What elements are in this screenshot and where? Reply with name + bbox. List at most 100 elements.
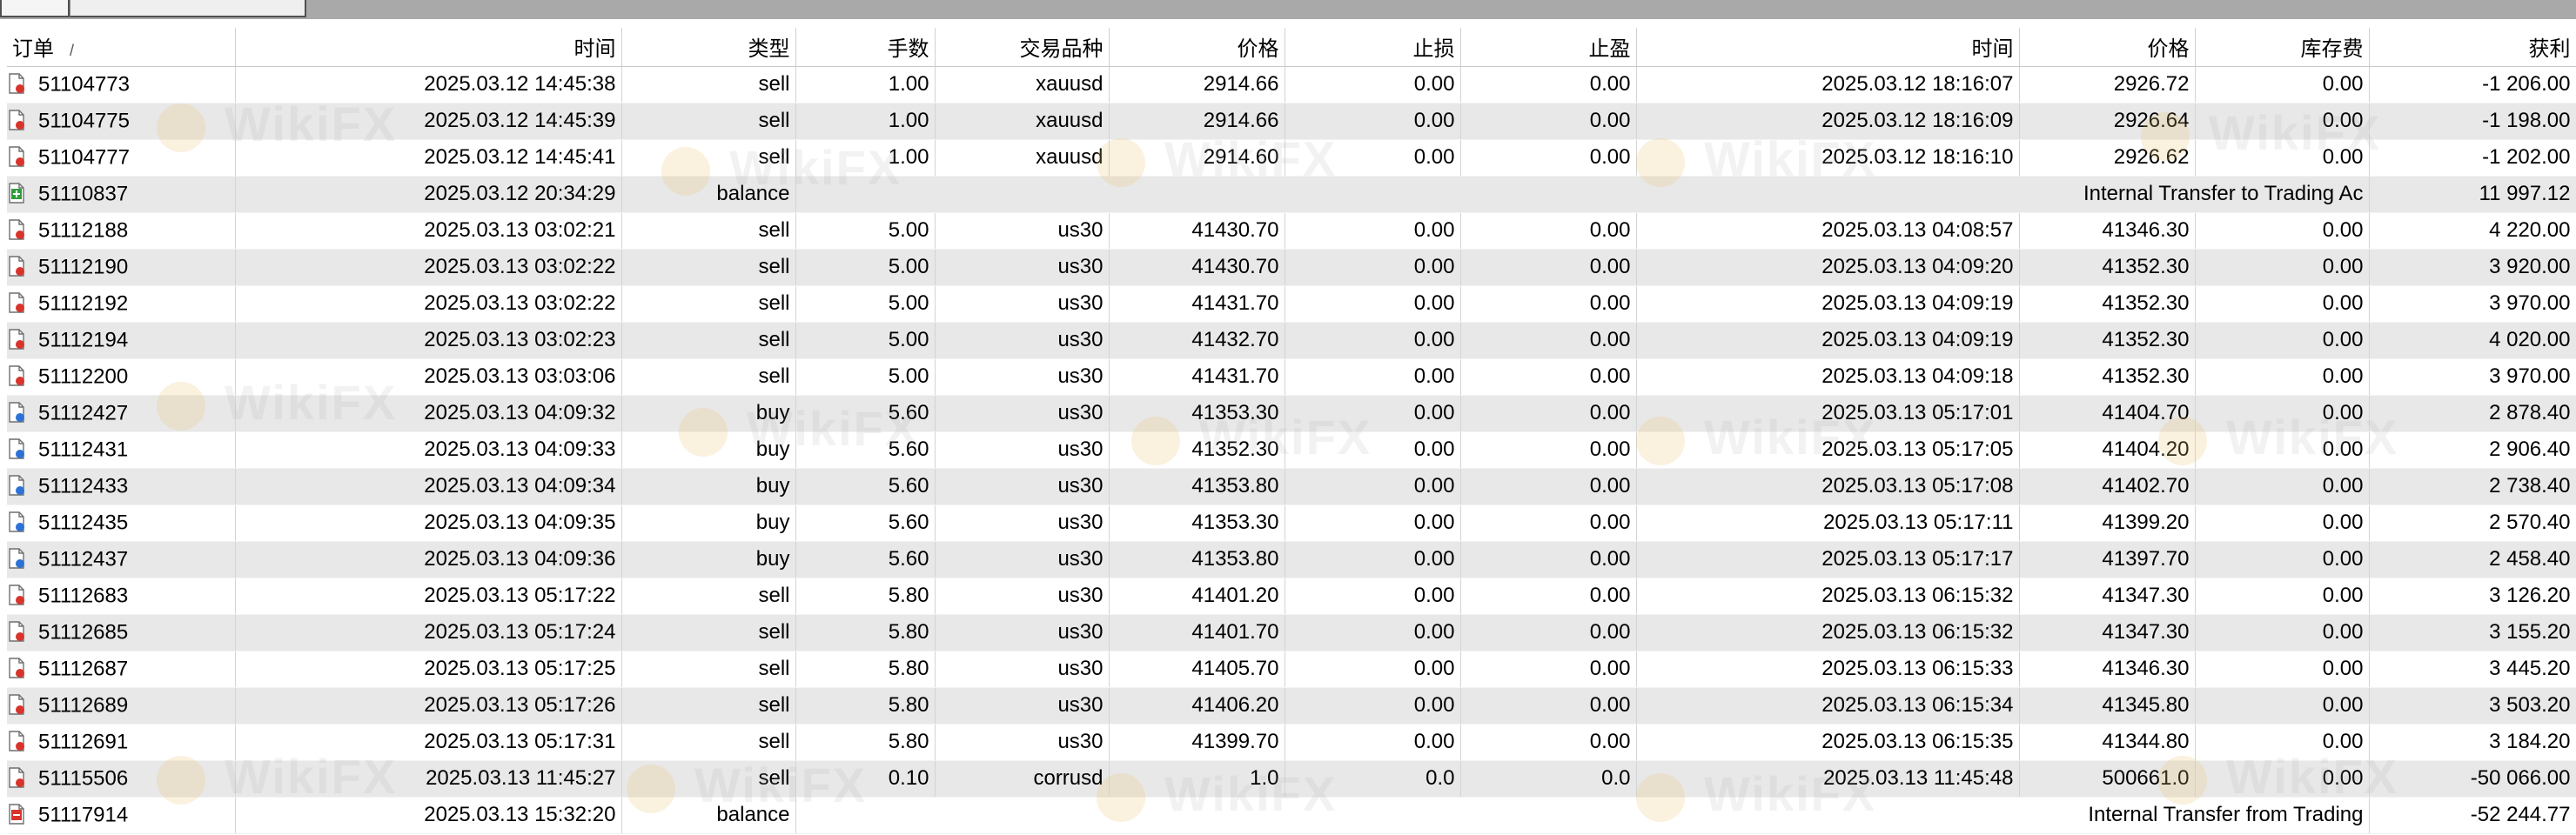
cell-sl: 0.00: [1285, 285, 1461, 323]
cell-order: 51115506: [7, 760, 236, 798]
cell-close-price: 41404.70: [2019, 395, 2196, 432]
column-header-order[interactable]: 订单 /: [7, 28, 236, 67]
cell-symbol: us30: [935, 431, 1110, 469]
cell-profit: 11 997.12: [2369, 176, 2576, 213]
cell-swap: 0.00: [2195, 687, 2370, 725]
cell-order: 51104775: [7, 103, 236, 140]
cell-type: sell: [621, 578, 796, 615]
table-row[interactable]: 51112433 2025.03.13 04:09:34 buy 5.60 us30 41…: [7, 468, 2576, 505]
table-row[interactable]: 51112687 2025.03.13 05:17:25 sell 5.80 us30 4…: [7, 651, 2576, 688]
order-number: 51112192: [38, 291, 129, 316]
cell-open-price: 41401.20: [1109, 578, 1285, 615]
table-row[interactable]: 51104775 2025.03.12 14:45:39 sell 1.00 xauus…: [7, 103, 2576, 140]
cell-swap: 0.00: [2195, 358, 2370, 396]
cell-open-time: 2025.03.13 04:09:33: [235, 431, 622, 469]
balance-in-icon: [9, 183, 24, 204]
cell-swap: 0.00: [2195, 212, 2370, 250]
cell-open-time: 2025.03.13 11:45:27: [235, 760, 622, 798]
trade-sell-icon: [9, 219, 24, 241]
cell-tp: 0.00: [1460, 249, 1637, 286]
cell-close-time: 2025.03.13 04:08:57: [1636, 212, 2020, 250]
cell-symbol: us30: [935, 395, 1110, 432]
cell-sl: 0.00: [1285, 541, 1461, 578]
column-header-profit[interactable]: 获利: [2369, 28, 2576, 67]
table-row[interactable]: 51112194 2025.03.13 03:02:23 sell 5.00 us30 4…: [7, 322, 2576, 359]
cell-swap: 0.00: [2195, 322, 2370, 359]
cell-profit: 2 458.40: [2369, 541, 2576, 578]
table-row[interactable]: 51112188 2025.03.13 03:02:21 sell 5.00 us30 4…: [7, 212, 2576, 250]
cell-profit: 3 970.00: [2369, 285, 2576, 323]
column-header-close-time[interactable]: 时间: [1636, 28, 2020, 67]
trade-sell-icon: [9, 584, 24, 606]
column-header-open-price[interactable]: 价格: [1109, 28, 1285, 67]
cell-type: buy: [621, 541, 796, 578]
trade-sell-icon: [9, 292, 24, 314]
table-row[interactable]: 51104773 2025.03.12 14:45:38 sell 1.00 xauus…: [7, 66, 2576, 104]
table-row[interactable]: 51112437 2025.03.13 04:09:36 buy 5.60 us30 41…: [7, 541, 2576, 578]
cell-open-price: 41353.30: [1109, 504, 1285, 542]
column-header-symbol[interactable]: 交易品种: [935, 28, 1110, 67]
cell-order: 51112200: [7, 358, 236, 396]
table-row[interactable]: 51104777 2025.03.12 14:45:41 sell 1.00 xauus…: [7, 139, 2576, 177]
column-header-close-price[interactable]: 价格: [2019, 28, 2196, 67]
cell-open-time: 2025.03.13 15:32:20: [235, 797, 622, 834]
order-number: 51112685: [38, 620, 129, 645]
cell-symbol: us30: [935, 358, 1110, 396]
trade-sell-icon: [9, 256, 24, 277]
cell-symbol: us30: [935, 541, 1110, 578]
trade-buy-icon: [9, 402, 24, 424]
table-row[interactable]: 51112683 2025.03.13 05:17:22 sell 5.80 us30 4…: [7, 578, 2576, 615]
order-number: 51112689: [38, 693, 129, 718]
cell-profit: 3 970.00: [2369, 358, 2576, 396]
column-header-swap[interactable]: 库存费: [2195, 28, 2370, 67]
table-row[interactable]: 51112192 2025.03.13 03:02:22 sell 5.00 us30 4…: [7, 285, 2576, 323]
cell-order: 51104777: [7, 139, 236, 177]
column-header-type[interactable]: 类型: [621, 28, 796, 67]
cell-symbol: us30: [935, 578, 1110, 615]
cell-close-time: 2025.03.13 06:15:34: [1636, 687, 2020, 725]
cell-type: sell: [621, 358, 796, 396]
cell-sl: 0.00: [1285, 358, 1461, 396]
cell-symbol: xauusd: [935, 103, 1110, 140]
tab-1[interactable]: [0, 0, 70, 17]
cell-profit: 2 878.40: [2369, 395, 2576, 432]
cell-open-time: 2025.03.13 05:17:31: [235, 724, 622, 761]
cell-type: sell: [621, 139, 796, 177]
cell-open-time: 2025.03.13 05:17:24: [235, 614, 622, 651]
cell-close-price: 41397.70: [2019, 541, 2196, 578]
table-row[interactable]: 51112190 2025.03.13 03:02:22 sell 5.00 us30 4…: [7, 249, 2576, 286]
table-row[interactable]: 51112689 2025.03.13 05:17:26 sell 5.80 us30 4…: [7, 687, 2576, 725]
cell-sl: 0.00: [1285, 431, 1461, 469]
trade-sell-icon: [9, 146, 24, 168]
cell-open-time: 2025.03.12 14:45:39: [235, 103, 622, 140]
cell-open-time: 2025.03.13 05:17:25: [235, 651, 622, 688]
cell-lots: 5.80: [795, 578, 936, 615]
column-header-lots[interactable]: 手数: [795, 28, 936, 67]
column-header-tp[interactable]: 止盈: [1460, 28, 1637, 67]
order-number: 51112431: [38, 438, 129, 462]
cell-close-price: 41352.30: [2019, 322, 2196, 359]
cell-order: 51112691: [7, 724, 236, 761]
cell-sl: 0.00: [1285, 66, 1461, 104]
table-row[interactable]: 51112685 2025.03.13 05:17:24 sell 5.80 us30 4…: [7, 614, 2576, 651]
cell-open-price: 41399.70: [1109, 724, 1285, 761]
table-row[interactable]: 51112691 2025.03.13 05:17:31 sell 5.80 us30 4…: [7, 724, 2576, 761]
cell-open-time: 2025.03.13 03:02:21: [235, 212, 622, 250]
table-row[interactable]: 51112427 2025.03.13 04:09:32 buy 5.60 us30 41…: [7, 395, 2576, 432]
table-row[interactable]: 51117914 2025.03.13 15:32:20 balance Intern…: [7, 797, 2576, 834]
column-header-label: 时间: [574, 37, 616, 62]
table-row[interactable]: 51112200 2025.03.13 03:03:06 sell 5.00 us30 4…: [7, 358, 2576, 396]
history-table: 订单 / 时间 类型 手数 交易品种 价格 止损 止盈 时间 价格 库存费 获利 51104773 202…: [7, 28, 2576, 834]
table-row[interactable]: 51115506 2025.03.13 11:45:27 sell 0.10 corru…: [7, 760, 2576, 798]
cell-type: sell: [621, 103, 796, 140]
cell-comment: Internal Transfer from Trading: [795, 797, 2370, 834]
order-number: 51110837: [38, 182, 129, 206]
table-row[interactable]: 51112435 2025.03.13 04:09:35 buy 5.60 us30 41…: [7, 504, 2576, 542]
column-header-open-time[interactable]: 时间: [235, 28, 622, 67]
cell-swap: 0.00: [2195, 249, 2370, 286]
cell-tp: 0.00: [1460, 468, 1637, 505]
tab-2[interactable]: [70, 0, 306, 17]
table-row[interactable]: 51112431 2025.03.13 04:09:33 buy 5.60 us30 41…: [7, 431, 2576, 469]
table-row[interactable]: 51110837 2025.03.12 20:34:29 balance Intern…: [7, 176, 2576, 213]
column-header-sl[interactable]: 止损: [1285, 28, 1461, 67]
